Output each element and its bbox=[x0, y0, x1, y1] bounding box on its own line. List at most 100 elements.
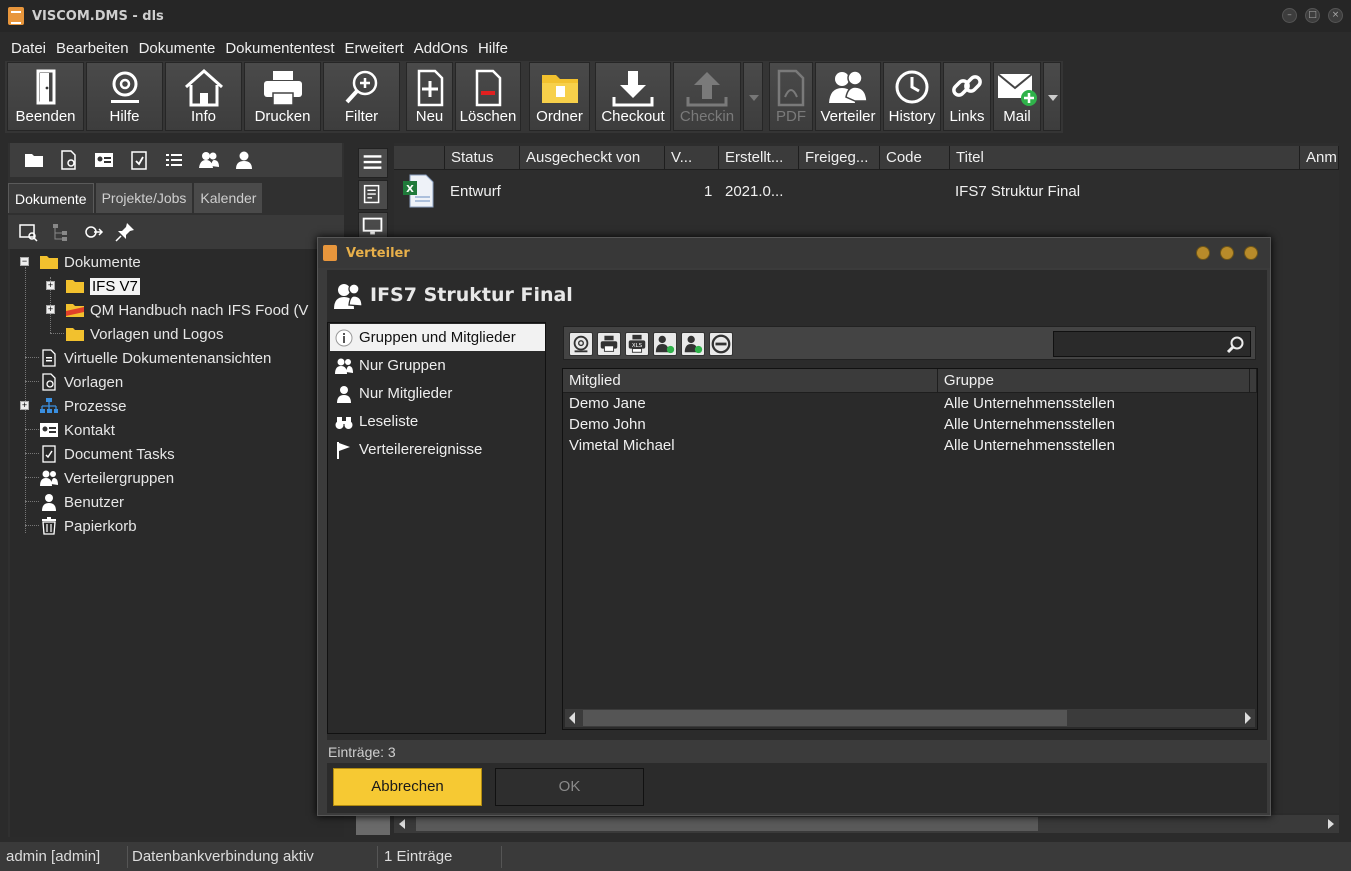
beenden-button[interactable]: Beenden bbox=[7, 62, 84, 131]
nav-nur-mitglieder[interactable]: Nur Mitglieder bbox=[330, 380, 545, 407]
tab-kalender[interactable]: Kalender bbox=[194, 183, 263, 213]
export-xls-button[interactable]: XLS bbox=[625, 332, 649, 356]
collapse-icon[interactable]: − bbox=[20, 257, 29, 266]
members-horizontal-scrollbar[interactable] bbox=[565, 709, 1255, 727]
list-icon[interactable] bbox=[163, 149, 185, 171]
member-search-input[interactable] bbox=[1053, 331, 1251, 357]
remove-button[interactable] bbox=[709, 332, 733, 356]
tree-node-dokumente[interactable]: − Dokumente bbox=[20, 251, 141, 273]
hilfe-button[interactable]: Hilfe bbox=[86, 62, 163, 131]
add-member-button[interactable] bbox=[681, 332, 705, 356]
column-titel[interactable]: Titel bbox=[950, 146, 1300, 170]
nav-verteilerereignisse[interactable]: Verteilerereignisse bbox=[330, 436, 545, 463]
ordner-button[interactable]: Ordner bbox=[529, 62, 590, 131]
pdf-button[interactable]: PDF bbox=[769, 62, 813, 131]
cancel-button[interactable]: Abbrechen bbox=[333, 768, 482, 806]
help-button[interactable] bbox=[569, 332, 593, 356]
dialog-close-button[interactable] bbox=[1244, 246, 1258, 260]
search-icon[interactable] bbox=[1226, 335, 1246, 355]
close-button[interactable]: × bbox=[1328, 8, 1343, 23]
expand-icon[interactable]: + bbox=[46, 305, 55, 314]
column-anmerkung[interactable]: Anm bbox=[1300, 146, 1339, 170]
minimize-button[interactable]: – bbox=[1282, 8, 1297, 23]
filter-button[interactable]: Filter bbox=[323, 62, 400, 131]
mail-dropdown[interactable] bbox=[1043, 62, 1061, 131]
history-button[interactable]: History bbox=[883, 62, 941, 131]
menu-datei[interactable]: Datei bbox=[0, 38, 53, 60]
detail-view-button[interactable] bbox=[358, 180, 388, 210]
menu-dokumententest[interactable]: Dokumententest bbox=[222, 38, 341, 60]
print-button[interactable] bbox=[597, 332, 621, 356]
tree-node-qm-handbuch[interactable]: + QM Handbuch nach IFS Food (V bbox=[46, 299, 308, 321]
checkin-dropdown[interactable] bbox=[743, 62, 763, 131]
dialog-maximize-button[interactable] bbox=[1220, 246, 1234, 260]
column-ausgecheckt-von[interactable]: Ausgecheckt von bbox=[520, 146, 665, 170]
tree-node-virtuelle-ansichten[interactable]: Virtuelle Dokumentenansichten bbox=[39, 347, 271, 369]
verteiler-button[interactable]: Verteiler bbox=[815, 62, 881, 131]
side-scroll-handle[interactable] bbox=[356, 815, 390, 835]
column-icon[interactable] bbox=[394, 146, 445, 170]
users-icon[interactable] bbox=[198, 149, 220, 171]
dialog-minimize-button[interactable] bbox=[1196, 246, 1210, 260]
tree-node-vorlagen[interactable]: Vorlagen bbox=[39, 371, 123, 393]
contact-card-icon[interactable] bbox=[93, 149, 115, 171]
folder-icon[interactable] bbox=[23, 149, 45, 171]
expand-icon[interactable]: + bbox=[20, 401, 29, 410]
scroll-right-icon[interactable] bbox=[1245, 712, 1251, 724]
column-gruppe[interactable]: Gruppe bbox=[937, 369, 1250, 393]
column-status[interactable]: Status bbox=[445, 146, 520, 170]
tree-node-benutzer[interactable]: Benutzer bbox=[39, 491, 124, 513]
scroll-right-icon[interactable] bbox=[1328, 819, 1334, 829]
scroll-left-icon[interactable] bbox=[569, 712, 575, 724]
column-freigegeben[interactable]: Freigeg... bbox=[799, 146, 880, 170]
ok-button[interactable]: OK bbox=[495, 768, 644, 806]
menu-hilfe[interactable]: Hilfe bbox=[475, 38, 515, 60]
tree-node-vorlagen-logos[interactable]: Vorlagen und Logos bbox=[65, 323, 223, 345]
tree-node-document-tasks[interactable]: Document Tasks bbox=[39, 443, 175, 465]
tree-node-kontakt[interactable]: Kontakt bbox=[39, 419, 115, 441]
drucken-button[interactable]: Drucken bbox=[244, 62, 321, 131]
user-icon[interactable] bbox=[233, 149, 255, 171]
menu-dokumente[interactable]: Dokumente bbox=[136, 38, 223, 60]
tree-structure-icon[interactable] bbox=[50, 221, 72, 243]
menu-bearbeiten[interactable]: Bearbeiten bbox=[53, 38, 136, 60]
maximize-button[interactable]: □ bbox=[1305, 8, 1320, 23]
pin-icon[interactable] bbox=[114, 221, 136, 243]
loeschen-button[interactable]: Löschen bbox=[455, 62, 521, 131]
table-row[interactable]: Demo John Alle Unternehmensstellen bbox=[563, 415, 1257, 436]
document-search-icon[interactable] bbox=[58, 149, 80, 171]
checkout-button[interactable]: Checkout bbox=[595, 62, 671, 131]
scroll-thumb[interactable] bbox=[583, 710, 1067, 726]
tab-projekte-jobs[interactable]: Projekte/Jobs bbox=[95, 183, 193, 213]
info-button[interactable]: Info bbox=[165, 62, 242, 131]
tree-node-verteilergruppen[interactable]: Verteilergruppen bbox=[39, 467, 174, 489]
folder-search-icon[interactable] bbox=[18, 221, 40, 243]
table-row[interactable]: Demo Jane Alle Unternehmensstellen bbox=[563, 394, 1257, 415]
column-erstellt[interactable]: Erstellt... bbox=[719, 146, 799, 170]
nav-nur-gruppen[interactable]: Nur Gruppen bbox=[330, 352, 545, 379]
scroll-left-icon[interactable] bbox=[399, 819, 405, 829]
checkin-button[interactable]: Checkin bbox=[673, 62, 741, 131]
table-row[interactable]: Vimetal Michael Alle Unternehmensstellen bbox=[563, 436, 1257, 457]
neu-button[interactable]: Neu bbox=[406, 62, 453, 131]
tree-node-prozesse[interactable]: + Prozesse bbox=[20, 395, 127, 417]
nav-leseliste[interactable]: Leseliste bbox=[330, 408, 545, 435]
nav-gruppen-mitglieder[interactable]: Gruppen und Mitglieder bbox=[330, 324, 545, 351]
navigate-icon[interactable] bbox=[82, 221, 104, 243]
menu-erweitert[interactable]: Erweitert bbox=[342, 38, 411, 60]
menu-addons[interactable]: AddOns bbox=[411, 38, 475, 60]
table-row[interactable]: X Entwurf 1 2021.0... IFS7 Struktur Fina… bbox=[394, 171, 1339, 211]
expand-icon[interactable]: + bbox=[46, 281, 55, 290]
column-code[interactable]: Code bbox=[880, 146, 950, 170]
scroll-thumb[interactable] bbox=[416, 817, 1038, 831]
tree-node-papierkorb[interactable]: Papierkorb bbox=[39, 515, 137, 537]
column-version[interactable]: V... bbox=[665, 146, 719, 170]
mail-button[interactable]: Mail bbox=[993, 62, 1041, 131]
grid-horizontal-scrollbar[interactable] bbox=[394, 815, 1339, 833]
list-view-button[interactable] bbox=[358, 148, 388, 178]
links-button[interactable]: Links bbox=[943, 62, 991, 131]
tab-dokumente[interactable]: Dokumente bbox=[8, 183, 94, 213]
task-icon[interactable] bbox=[128, 149, 150, 171]
add-group-button[interactable] bbox=[653, 332, 677, 356]
tree-node-ifs-v7[interactable]: + IFS V7 bbox=[46, 275, 140, 297]
